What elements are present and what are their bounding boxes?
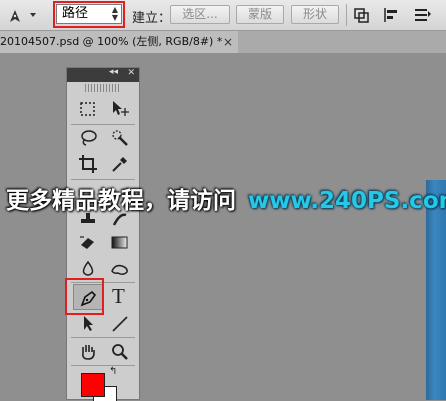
tool-separator	[71, 365, 135, 366]
move-tool[interactable]	[105, 96, 135, 122]
eyedropper-tool[interactable]	[105, 151, 135, 177]
tools-panel: ◂◂ ✕ T ↰	[66, 67, 140, 401]
shape-button[interactable]: 形状	[291, 5, 339, 24]
selection-button[interactable]: 选区...	[170, 5, 230, 24]
panel-grip[interactable]	[85, 84, 121, 92]
watermark-banner: 更多精品教程，请访问 www.240PS.com	[0, 184, 446, 218]
mask-button[interactable]: 蒙版	[236, 5, 284, 24]
type-icon: T	[112, 284, 125, 308]
options-bar: 路径 ▲ ▼ 建立： 选区... 蒙版 形状	[0, 0, 446, 31]
tools-panel-header[interactable]: ◂◂ ✕	[67, 67, 139, 82]
tool-separator	[71, 337, 135, 338]
tool-separator	[71, 179, 135, 180]
dodge-tool[interactable]	[105, 256, 135, 282]
path-alignment-icon[interactable]	[382, 5, 402, 25]
create-label: 建立：	[132, 11, 172, 26]
line-tool[interactable]	[105, 311, 135, 337]
crop-tool[interactable]	[73, 151, 103, 177]
rectangular-marquee-icon	[80, 102, 95, 116]
lasso-tool[interactable]	[73, 125, 103, 151]
collapse-icon[interactable]: ◂◂	[109, 67, 118, 77]
eyedropper-icon	[112, 157, 127, 172]
type-tool[interactable]: T	[105, 284, 135, 310]
close-tab-icon[interactable]: ×	[223, 31, 233, 53]
watermark-chinese-text: 更多精品教程，请访问	[6, 188, 236, 214]
smudge-icon	[111, 264, 128, 276]
blur-icon	[82, 260, 94, 276]
document-title: 20104507.psd @ 100% (左侧, RGB/8#) *	[0, 35, 223, 48]
path-arrangement-icon[interactable]	[412, 5, 432, 25]
zoom-icon	[112, 344, 128, 360]
gradient-tool[interactable]	[105, 230, 135, 256]
close-icon[interactable]: ✕	[127, 68, 135, 78]
hand-tool[interactable]	[73, 339, 103, 365]
zoom-tool[interactable]	[105, 339, 135, 365]
options-separator	[346, 4, 347, 26]
move-icon	[113, 101, 129, 116]
lasso-icon	[81, 130, 97, 146]
line-icon	[112, 316, 128, 332]
eraser-icon	[80, 236, 94, 249]
quick-selection-tool[interactable]	[105, 125, 135, 151]
swap-colors-icon[interactable]: ↰	[109, 366, 117, 377]
mode-highlight-box	[53, 1, 125, 28]
rectangular-marquee-tool[interactable]	[73, 96, 103, 122]
quick-selection-icon	[112, 130, 128, 146]
document-tab[interactable]: 20104507.psd @ 100% (左侧, RGB/8#) * ×	[0, 31, 239, 53]
tab-strip	[238, 31, 446, 53]
watermark-url: www.240PS.com	[248, 188, 446, 214]
eraser-tool[interactable]	[73, 230, 103, 256]
crop-icon	[79, 155, 97, 173]
gradient-icon	[111, 236, 128, 249]
tool-preset-picker[interactable]	[6, 6, 42, 24]
foreground-color-swatch[interactable]	[81, 373, 105, 397]
hand-icon	[82, 345, 95, 360]
pen-icon	[10, 10, 36, 22]
path-selection-icon	[84, 316, 93, 331]
path-operations-icon[interactable]	[352, 5, 372, 25]
pen-tool-highlight-box	[65, 278, 104, 315]
